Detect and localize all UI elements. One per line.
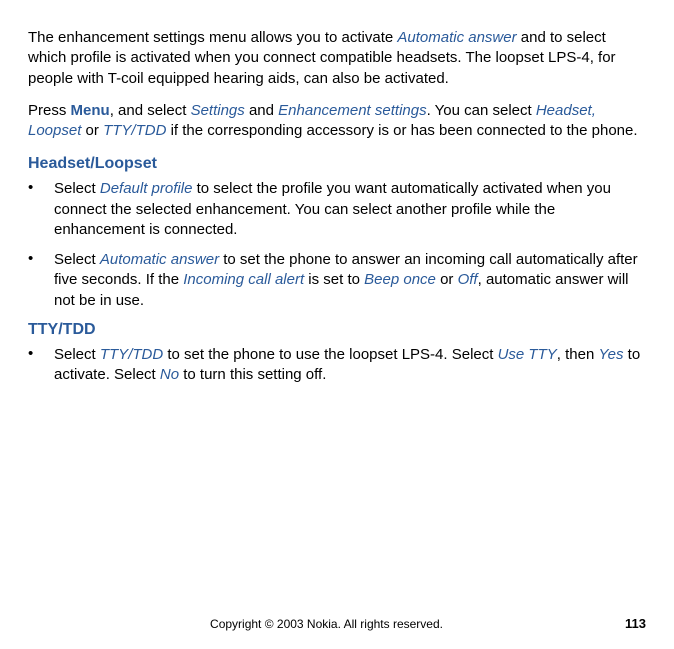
text: or [81, 122, 103, 139]
term-no: No [160, 366, 179, 383]
heading-headset-loopset: Headset/Loopset [28, 155, 646, 173]
term-automatic-answer: Automatic answer [100, 251, 219, 268]
paragraph-press-menu: Press Menu, and select Settings and Enha… [28, 101, 646, 142]
text: Press [28, 102, 71, 119]
bullet-text: Select TTY/TDD to set the phone to use t… [54, 345, 646, 386]
bullet-tty-tdd: • Select TTY/TDD to set the phone to use… [28, 345, 646, 386]
term-off: Off [458, 271, 478, 288]
footer-copyright: Copyright © 2003 Nokia. All rights reser… [28, 617, 625, 631]
text: Select [54, 180, 100, 197]
term-tty-tdd: TTY/TDD [100, 346, 163, 363]
bullet-text: Select Default profile to select the pro… [54, 179, 646, 240]
bullet-mark: • [28, 250, 54, 311]
text: , then [557, 346, 599, 363]
term-automatic-answer: Automatic answer [397, 29, 516, 46]
term-incoming-call-alert: Incoming call alert [183, 271, 304, 288]
bullet-mark: • [28, 179, 54, 240]
term-tty-tdd: TTY/TDD [103, 122, 166, 139]
heading-tty-tdd: TTY/TDD [28, 321, 646, 339]
text: if the corresponding accessory is or has… [166, 122, 637, 139]
paragraph-intro: The enhancement settings menu allows you… [28, 28, 646, 89]
page-footer: Copyright © 2003 Nokia. All rights reser… [28, 616, 646, 631]
bullet-default-profile: • Select Default profile to select the p… [28, 179, 646, 240]
footer-page-number: 113 [625, 616, 646, 631]
text: is set to [304, 271, 364, 288]
text: Select [54, 251, 100, 268]
text: . You can select [427, 102, 536, 119]
text: to turn this setting off. [179, 366, 326, 383]
text: , and select [110, 102, 191, 119]
key-menu: Menu [71, 102, 110, 119]
bullet-mark: • [28, 345, 54, 386]
bullet-text: Select Automatic answer to set the phone… [54, 250, 646, 311]
term-default-profile: Default profile [100, 180, 193, 197]
text: or [436, 271, 458, 288]
text: and [245, 102, 278, 119]
term-yes: Yes [598, 346, 623, 363]
text: Select [54, 346, 100, 363]
term-use-tty: Use TTY [498, 346, 557, 363]
text: to set the phone to use the loopset LPS-… [163, 346, 497, 363]
term-enhancement-settings: Enhancement settings [278, 102, 426, 119]
term-settings: Settings [191, 102, 245, 119]
bullet-automatic-answer: • Select Automatic answer to set the pho… [28, 250, 646, 311]
term-beep-once: Beep once [364, 271, 436, 288]
text: The enhancement settings menu allows you… [28, 29, 397, 46]
